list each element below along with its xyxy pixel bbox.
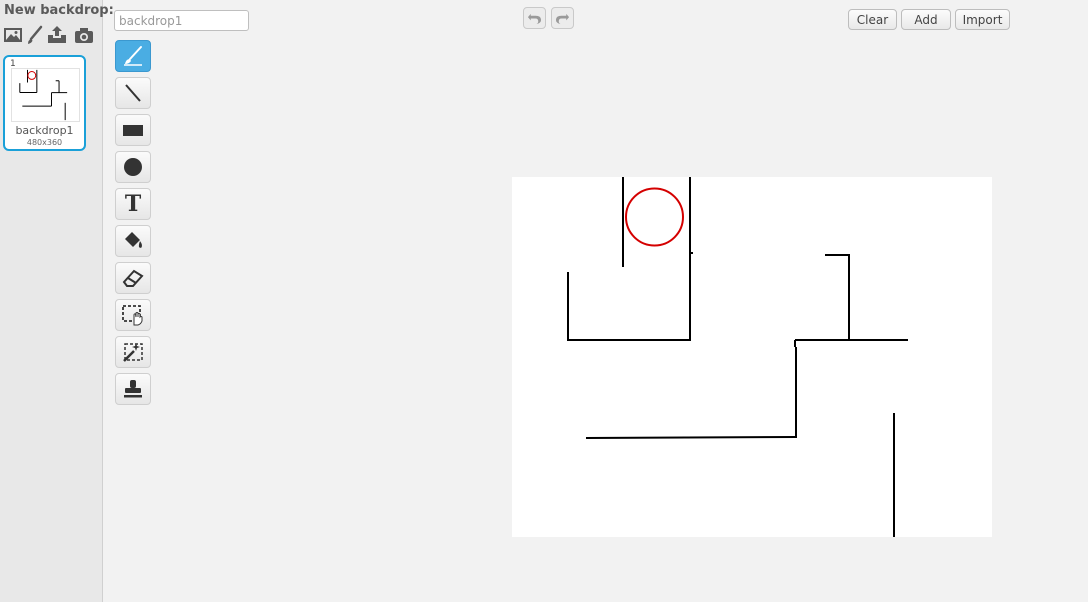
import-button[interactable]: Import [955,9,1010,30]
magic-wand-icon [123,343,143,362]
camera-icon[interactable] [74,25,94,45]
choose-from-library-icon[interactable] [3,25,23,45]
text-icon: T [124,191,142,217]
rectangle-icon [123,125,143,136]
brush-tool[interactable] [115,40,151,72]
backdrop-name-input[interactable] [114,10,249,31]
upload-icon[interactable] [47,25,67,45]
fill-tool[interactable] [115,225,151,257]
stamp-icon [124,380,142,398]
ellipse-icon [124,158,142,176]
add-button[interactable]: Add [901,9,951,30]
fill-bucket-icon [125,232,142,248]
paint-new-icon[interactable] [25,25,45,45]
rectangle-tool[interactable] [115,114,151,146]
ellipse-tool[interactable] [115,151,151,183]
brush-icon [124,46,142,66]
canvas-drawing [567,177,908,537]
maze-wall [585,436,797,439]
remove-background-tool[interactable] [115,336,151,368]
undo-button[interactable] [523,7,546,29]
line-tool[interactable] [115,77,151,109]
redo-icon [555,13,570,24]
backdrop-size: 480x360 [26,138,63,147]
line-icon [125,84,141,102]
redo-button[interactable] [551,7,574,29]
text-tool[interactable]: T [115,188,151,220]
backdrop-thumbnail [11,68,80,122]
eraser-tool[interactable] [115,262,151,294]
backdrop-thumbnail-card[interactable]: 1 backdrop1 480x360 [3,55,86,151]
undo-icon [527,13,542,24]
red-circle [625,187,684,247]
clear-button[interactable]: Clear [848,9,897,30]
stamp-tool[interactable] [115,373,151,405]
new-backdrop-label: New backdrop: [4,3,114,18]
paint-canvas[interactable] [512,177,992,537]
backdrop-panel: New backdrop: 1 backdrop1 480x360 [0,0,114,602]
select-icon [122,305,143,326]
select-tool[interactable] [115,299,151,331]
backdrop-name: backdrop1 [15,124,74,137]
eraser-icon [122,269,144,287]
